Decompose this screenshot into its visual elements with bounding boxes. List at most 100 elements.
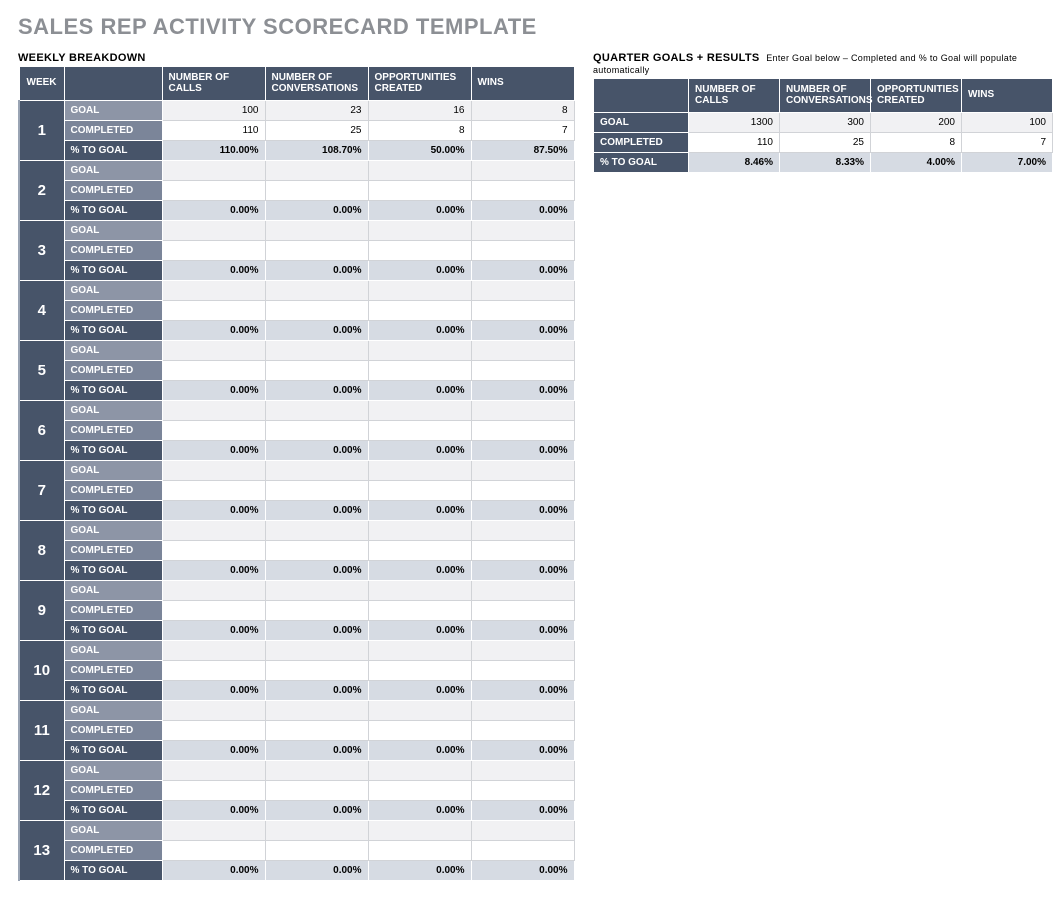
- cell-completed-conv[interactable]: [265, 301, 368, 321]
- cell-completed-opp[interactable]: [368, 781, 471, 801]
- cell-completed-wins[interactable]: [471, 841, 574, 861]
- cell-completed-conv[interactable]: [265, 721, 368, 741]
- quarter-goal-calls[interactable]: 1300: [689, 113, 780, 133]
- cell-completed-opp[interactable]: [368, 481, 471, 501]
- cell-completed-calls[interactable]: [162, 661, 265, 681]
- cell-goal-opp[interactable]: [368, 341, 471, 361]
- cell-completed-opp[interactable]: [368, 421, 471, 441]
- cell-goal-opp[interactable]: 16: [368, 101, 471, 121]
- cell-completed-wins[interactable]: [471, 301, 574, 321]
- cell-goal-wins[interactable]: [471, 161, 574, 181]
- cell-completed-conv[interactable]: [265, 541, 368, 561]
- cell-goal-opp[interactable]: [368, 401, 471, 421]
- cell-completed-opp[interactable]: [368, 601, 471, 621]
- cell-completed-conv[interactable]: [265, 181, 368, 201]
- cell-completed-opp[interactable]: [368, 241, 471, 261]
- cell-goal-conv[interactable]: [265, 461, 368, 481]
- cell-completed-calls[interactable]: [162, 301, 265, 321]
- cell-goal-conv[interactable]: [265, 281, 368, 301]
- cell-goal-conv[interactable]: [265, 341, 368, 361]
- cell-goal-conv[interactable]: [265, 761, 368, 781]
- cell-completed-opp[interactable]: [368, 661, 471, 681]
- cell-completed-opp[interactable]: [368, 841, 471, 861]
- cell-goal-calls[interactable]: [162, 521, 265, 541]
- cell-goal-wins[interactable]: [471, 641, 574, 661]
- quarter-goal-conv[interactable]: 300: [780, 113, 871, 133]
- cell-completed-wins[interactable]: [471, 601, 574, 621]
- cell-completed-conv[interactable]: [265, 661, 368, 681]
- cell-completed-calls[interactable]: [162, 781, 265, 801]
- cell-completed-opp[interactable]: [368, 301, 471, 321]
- cell-completed-calls[interactable]: 110: [162, 121, 265, 141]
- cell-completed-wins[interactable]: [471, 721, 574, 741]
- cell-goal-opp[interactable]: [368, 761, 471, 781]
- cell-goal-wins[interactable]: [471, 821, 574, 841]
- cell-completed-calls[interactable]: [162, 481, 265, 501]
- cell-completed-wins[interactable]: [471, 541, 574, 561]
- cell-completed-calls[interactable]: [162, 361, 265, 381]
- cell-completed-wins[interactable]: [471, 661, 574, 681]
- cell-goal-wins[interactable]: [471, 581, 574, 601]
- cell-completed-conv[interactable]: [265, 361, 368, 381]
- cell-completed-wins[interactable]: [471, 181, 574, 201]
- cell-goal-calls[interactable]: [162, 461, 265, 481]
- cell-completed-conv[interactable]: [265, 241, 368, 261]
- cell-goal-opp[interactable]: [368, 221, 471, 241]
- cell-goal-calls[interactable]: [162, 401, 265, 421]
- cell-goal-wins[interactable]: [471, 461, 574, 481]
- cell-completed-conv[interactable]: [265, 421, 368, 441]
- cell-completed-calls[interactable]: [162, 721, 265, 741]
- cell-goal-conv[interactable]: 23: [265, 101, 368, 121]
- cell-goal-calls[interactable]: [162, 821, 265, 841]
- cell-goal-wins[interactable]: [471, 341, 574, 361]
- cell-completed-opp[interactable]: 8: [368, 121, 471, 141]
- cell-goal-calls[interactable]: [162, 581, 265, 601]
- cell-goal-wins[interactable]: [471, 521, 574, 541]
- cell-completed-calls[interactable]: [162, 841, 265, 861]
- cell-goal-conv[interactable]: [265, 161, 368, 181]
- cell-goal-conv[interactable]: [265, 641, 368, 661]
- cell-goal-opp[interactable]: [368, 461, 471, 481]
- cell-goal-calls[interactable]: [162, 701, 265, 721]
- cell-goal-wins[interactable]: [471, 761, 574, 781]
- cell-completed-wins[interactable]: 7: [471, 121, 574, 141]
- cell-completed-calls[interactable]: [162, 601, 265, 621]
- cell-goal-wins[interactable]: [471, 701, 574, 721]
- cell-goal-calls[interactable]: [162, 281, 265, 301]
- cell-goal-conv[interactable]: [265, 521, 368, 541]
- cell-goal-opp[interactable]: [368, 821, 471, 841]
- cell-completed-conv[interactable]: [265, 781, 368, 801]
- cell-goal-conv[interactable]: [265, 821, 368, 841]
- cell-goal-calls[interactable]: [162, 641, 265, 661]
- cell-completed-calls[interactable]: [162, 241, 265, 261]
- cell-completed-wins[interactable]: [471, 481, 574, 501]
- cell-goal-calls[interactable]: [162, 161, 265, 181]
- cell-goal-calls[interactable]: [162, 221, 265, 241]
- cell-completed-opp[interactable]: [368, 721, 471, 741]
- cell-completed-opp[interactable]: [368, 181, 471, 201]
- cell-goal-conv[interactable]: [265, 401, 368, 421]
- cell-goal-calls[interactable]: 100: [162, 101, 265, 121]
- cell-goal-opp[interactable]: [368, 281, 471, 301]
- cell-completed-calls[interactable]: [162, 541, 265, 561]
- quarter-goal-opp[interactable]: 200: [871, 113, 962, 133]
- cell-completed-wins[interactable]: [471, 421, 574, 441]
- cell-completed-wins[interactable]: [471, 241, 574, 261]
- cell-goal-conv[interactable]: [265, 701, 368, 721]
- cell-goal-conv[interactable]: [265, 581, 368, 601]
- cell-completed-conv[interactable]: [265, 481, 368, 501]
- cell-completed-conv[interactable]: [265, 601, 368, 621]
- cell-goal-wins[interactable]: [471, 281, 574, 301]
- cell-goal-wins[interactable]: 8: [471, 101, 574, 121]
- cell-completed-opp[interactable]: [368, 361, 471, 381]
- cell-goal-opp[interactable]: [368, 161, 471, 181]
- cell-goal-opp[interactable]: [368, 641, 471, 661]
- cell-goal-wins[interactable]: [471, 401, 574, 421]
- cell-completed-opp[interactable]: [368, 541, 471, 561]
- cell-goal-calls[interactable]: [162, 761, 265, 781]
- cell-completed-conv[interactable]: [265, 841, 368, 861]
- cell-completed-calls[interactable]: [162, 181, 265, 201]
- cell-completed-wins[interactable]: [471, 781, 574, 801]
- cell-completed-calls[interactable]: [162, 421, 265, 441]
- cell-completed-conv[interactable]: 25: [265, 121, 368, 141]
